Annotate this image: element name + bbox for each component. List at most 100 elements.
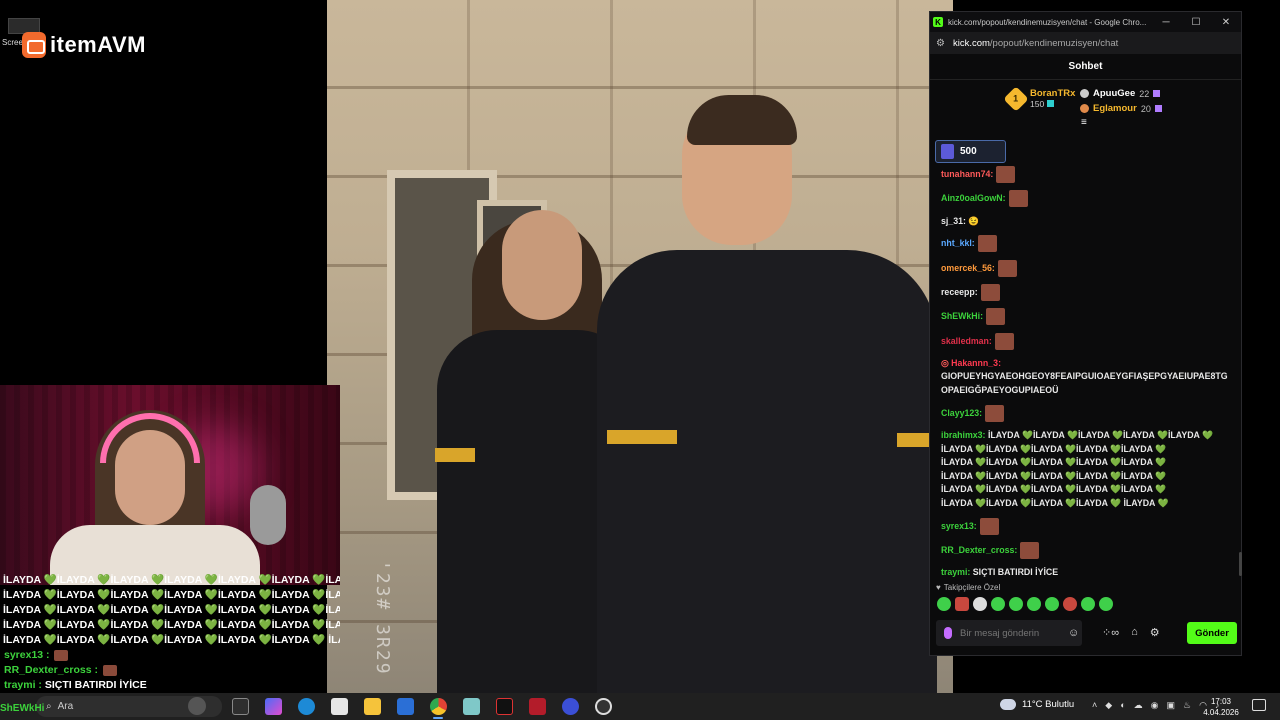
chat-message: skalledman: <box>941 332 1230 350</box>
message-user[interactable]: nht_kkl: <box>941 238 975 248</box>
tray-app-icon[interactable]: ☁ <box>1134 700 1143 711</box>
message-user[interactable]: Ainz0oalGowN: <box>941 193 1006 203</box>
send-button[interactable]: Gönder <box>1187 622 1237 644</box>
emote-icon <box>985 404 1005 422</box>
store-app-icon[interactable] <box>331 698 348 715</box>
message-user[interactable]: skalledman: <box>941 335 992 345</box>
collapse-icon[interactable]: ≡ <box>1081 117 1087 128</box>
rank-number: 1 <box>1013 93 1019 104</box>
message-user[interactable]: traymi: <box>941 567 970 577</box>
message-text: İLAYDA 💚İLAYDA 💚İLAYDA 💚İLAYDA 💚İLAYDA 💚 <box>941 443 1167 454</box>
leader-name: Eglamour <box>1093 103 1137 114</box>
leader-count: 22 <box>1139 88 1150 99</box>
task-view-icon[interactable] <box>232 698 249 715</box>
jersey-stripe <box>607 430 677 444</box>
emote-icon <box>979 517 999 535</box>
app-icon[interactable] <box>463 698 480 715</box>
message-input[interactable] <box>960 627 1060 639</box>
close-icon[interactable]: ✕ <box>1211 17 1241 28</box>
url-path: /popout/kendinemuzisyen/chat <box>989 37 1119 49</box>
gift-pill[interactable]: 500 <box>935 140 1006 163</box>
message-user[interactable]: tunahann74: <box>941 169 993 179</box>
chrome-icon[interactable] <box>430 698 447 715</box>
app-icon[interactable] <box>496 698 513 715</box>
message-user[interactable]: Clayy123: <box>941 408 982 418</box>
chat-message: ibrahimx3: İLAYDA 💚İLAYDA 💚İLAYDA 💚İLAYD… <box>941 429 1221 511</box>
folder-icon[interactable] <box>364 698 381 715</box>
weather-widget[interactable]: 11°C Bulutlu <box>1000 699 1074 710</box>
obs-icon[interactable] <box>595 698 612 715</box>
store-icon[interactable]: ⌂ <box>1131 626 1138 639</box>
emote-button[interactable] <box>973 597 987 611</box>
emote-quickbar <box>937 597 1113 611</box>
chat-message: tunahann74: <box>941 166 1230 183</box>
message-text: GIOPUEYHGYAEOHGEOY8FEAIPGUIOAEYGFIAŞEPGY… <box>941 371 1228 395</box>
chat-message: ShEWkHi: <box>941 308 1230 326</box>
emote-button[interactable] <box>1099 597 1113 611</box>
emote-button[interactable] <box>1081 597 1095 611</box>
chat-scrollbar[interactable] <box>1239 552 1242 576</box>
emote-button[interactable] <box>991 597 1005 611</box>
emote-icon <box>986 308 1006 326</box>
emote-button[interactable] <box>1027 597 1041 611</box>
overlay-user: syrex13 : <box>4 649 50 661</box>
overlay-chat: İLAYDA 💚İLAYDA 💚İLAYDA 💚İLAYDA 💚İLAYDA 💚… <box>0 573 340 693</box>
emote-button[interactable] <box>1009 597 1023 611</box>
maximize-icon[interactable]: ☐ <box>1181 17 1211 28</box>
message-user[interactable]: ibrahimx3: <box>941 430 986 440</box>
overlay-user: RR_Dexter_cross : <box>4 664 98 676</box>
emote-button[interactable] <box>1063 597 1077 611</box>
message-user[interactable]: RR_Dexter_cross: <box>941 545 1017 555</box>
brand-prefix: item <box>50 32 98 57</box>
message-list: tunahann74: Ainz0oalGowN: sj_31: 😉 nht_kkl:… <box>941 166 1230 350</box>
overlay-message: syrex13 : <box>0 648 340 663</box>
overlay-spam-line: İLAYDA 💚İLAYDA 💚İLAYDA 💚İLAYDA 💚İLAYDA 💚… <box>3 604 340 616</box>
message-user[interactable]: receepp: <box>941 287 978 297</box>
message-text: İLAYDA 💚İLAYDA 💚İLAYDA 💚İLAYDA 💚 İLAYDA … <box>941 497 1169 508</box>
tray-app-icon[interactable]: ▣ <box>1166 700 1175 711</box>
emote-icon <box>980 283 1000 301</box>
tray-app-icon[interactable]: ◐ <box>1120 700 1125 711</box>
chevron-up-icon[interactable]: ˄ <box>1092 700 1097 711</box>
heart-icon: ♥ <box>936 583 941 592</box>
copilot-icon[interactable] <box>265 698 282 715</box>
emote-button[interactable] <box>955 597 969 611</box>
clock[interactable]: 17:03 4.04.2026 <box>1203 696 1239 718</box>
discord-icon[interactable] <box>562 698 579 715</box>
edge-icon[interactable] <box>298 698 315 715</box>
message-user[interactable]: sj_31: <box>941 216 966 226</box>
mail-icon[interactable] <box>397 698 414 715</box>
emoji-icon[interactable]: ☺ <box>1068 627 1079 639</box>
overlay-last-user: ShEWkHi <box>0 703 45 714</box>
settings-icon[interactable]: ⚙ <box>1150 626 1160 639</box>
minimize-icon[interactable]: ─ <box>1151 17 1181 28</box>
brand-suffix: AVM <box>97 32 147 57</box>
address-bar[interactable]: ⚙ kick.com/popout/kendinemuzisyen/chat <box>930 32 1241 54</box>
url-text: kick.com/popout/kendinemuzisyen/chat <box>953 38 1118 49</box>
tray-app-icon[interactable]: ◆ <box>1105 700 1112 711</box>
tray-app-icon[interactable]: ♨ <box>1183 700 1191 711</box>
message-input-box[interactable]: ☺ <box>936 620 1082 646</box>
emote-button[interactable] <box>1045 597 1059 611</box>
system-tray: ˄ ◆ ◐ ☁ ◉ ▣ ♨ ◠ ♪ <box>1092 700 1219 711</box>
message-user[interactable]: omercek_56: <box>941 263 995 273</box>
message-user[interactable]: Hakannn_3: <box>951 358 1001 368</box>
message-text: İLAYDA 💚İLAYDA 💚İLAYDA 💚İLAYDA 💚İLAYDA 💚 <box>941 470 1167 481</box>
notification-icon[interactable] <box>1252 699 1266 711</box>
message-text: İLAYDA 💚İLAYDA 💚İLAYDA 💚İLAYDA 💚İLAYDA 💚 <box>941 484 1167 495</box>
emote-button[interactable] <box>937 597 951 611</box>
message-user[interactable]: syrex13: <box>941 521 977 531</box>
emote-icon <box>1020 542 1040 560</box>
message-user[interactable]: ShEWkHi: <box>941 311 983 321</box>
leaderboard-second: ApuuGee 22 <box>1080 88 1161 99</box>
app-icon[interactable] <box>529 698 546 715</box>
emote-icon <box>102 664 117 676</box>
message-list-tail: syrex13: RR_Dexter_cross: traymi: SIÇTI BA… <box>941 517 1230 580</box>
chat-message: RR_Dexter_cross: <box>941 542 1230 560</box>
microphone-icon[interactable] <box>944 627 952 639</box>
followers-only-label: ♥ Takipçilere Özel <box>936 583 1000 592</box>
site-settings-icon[interactable]: ⚙ <box>936 38 945 49</box>
gift-leaderboard[interactable]: 1 BoranTRx 150 ApuuGee 22 Eglamour 20 ≡ <box>930 80 1241 128</box>
users-icon[interactable]: ⁘∞ <box>1102 626 1119 639</box>
tray-app-icon[interactable]: ◉ <box>1151 700 1159 711</box>
